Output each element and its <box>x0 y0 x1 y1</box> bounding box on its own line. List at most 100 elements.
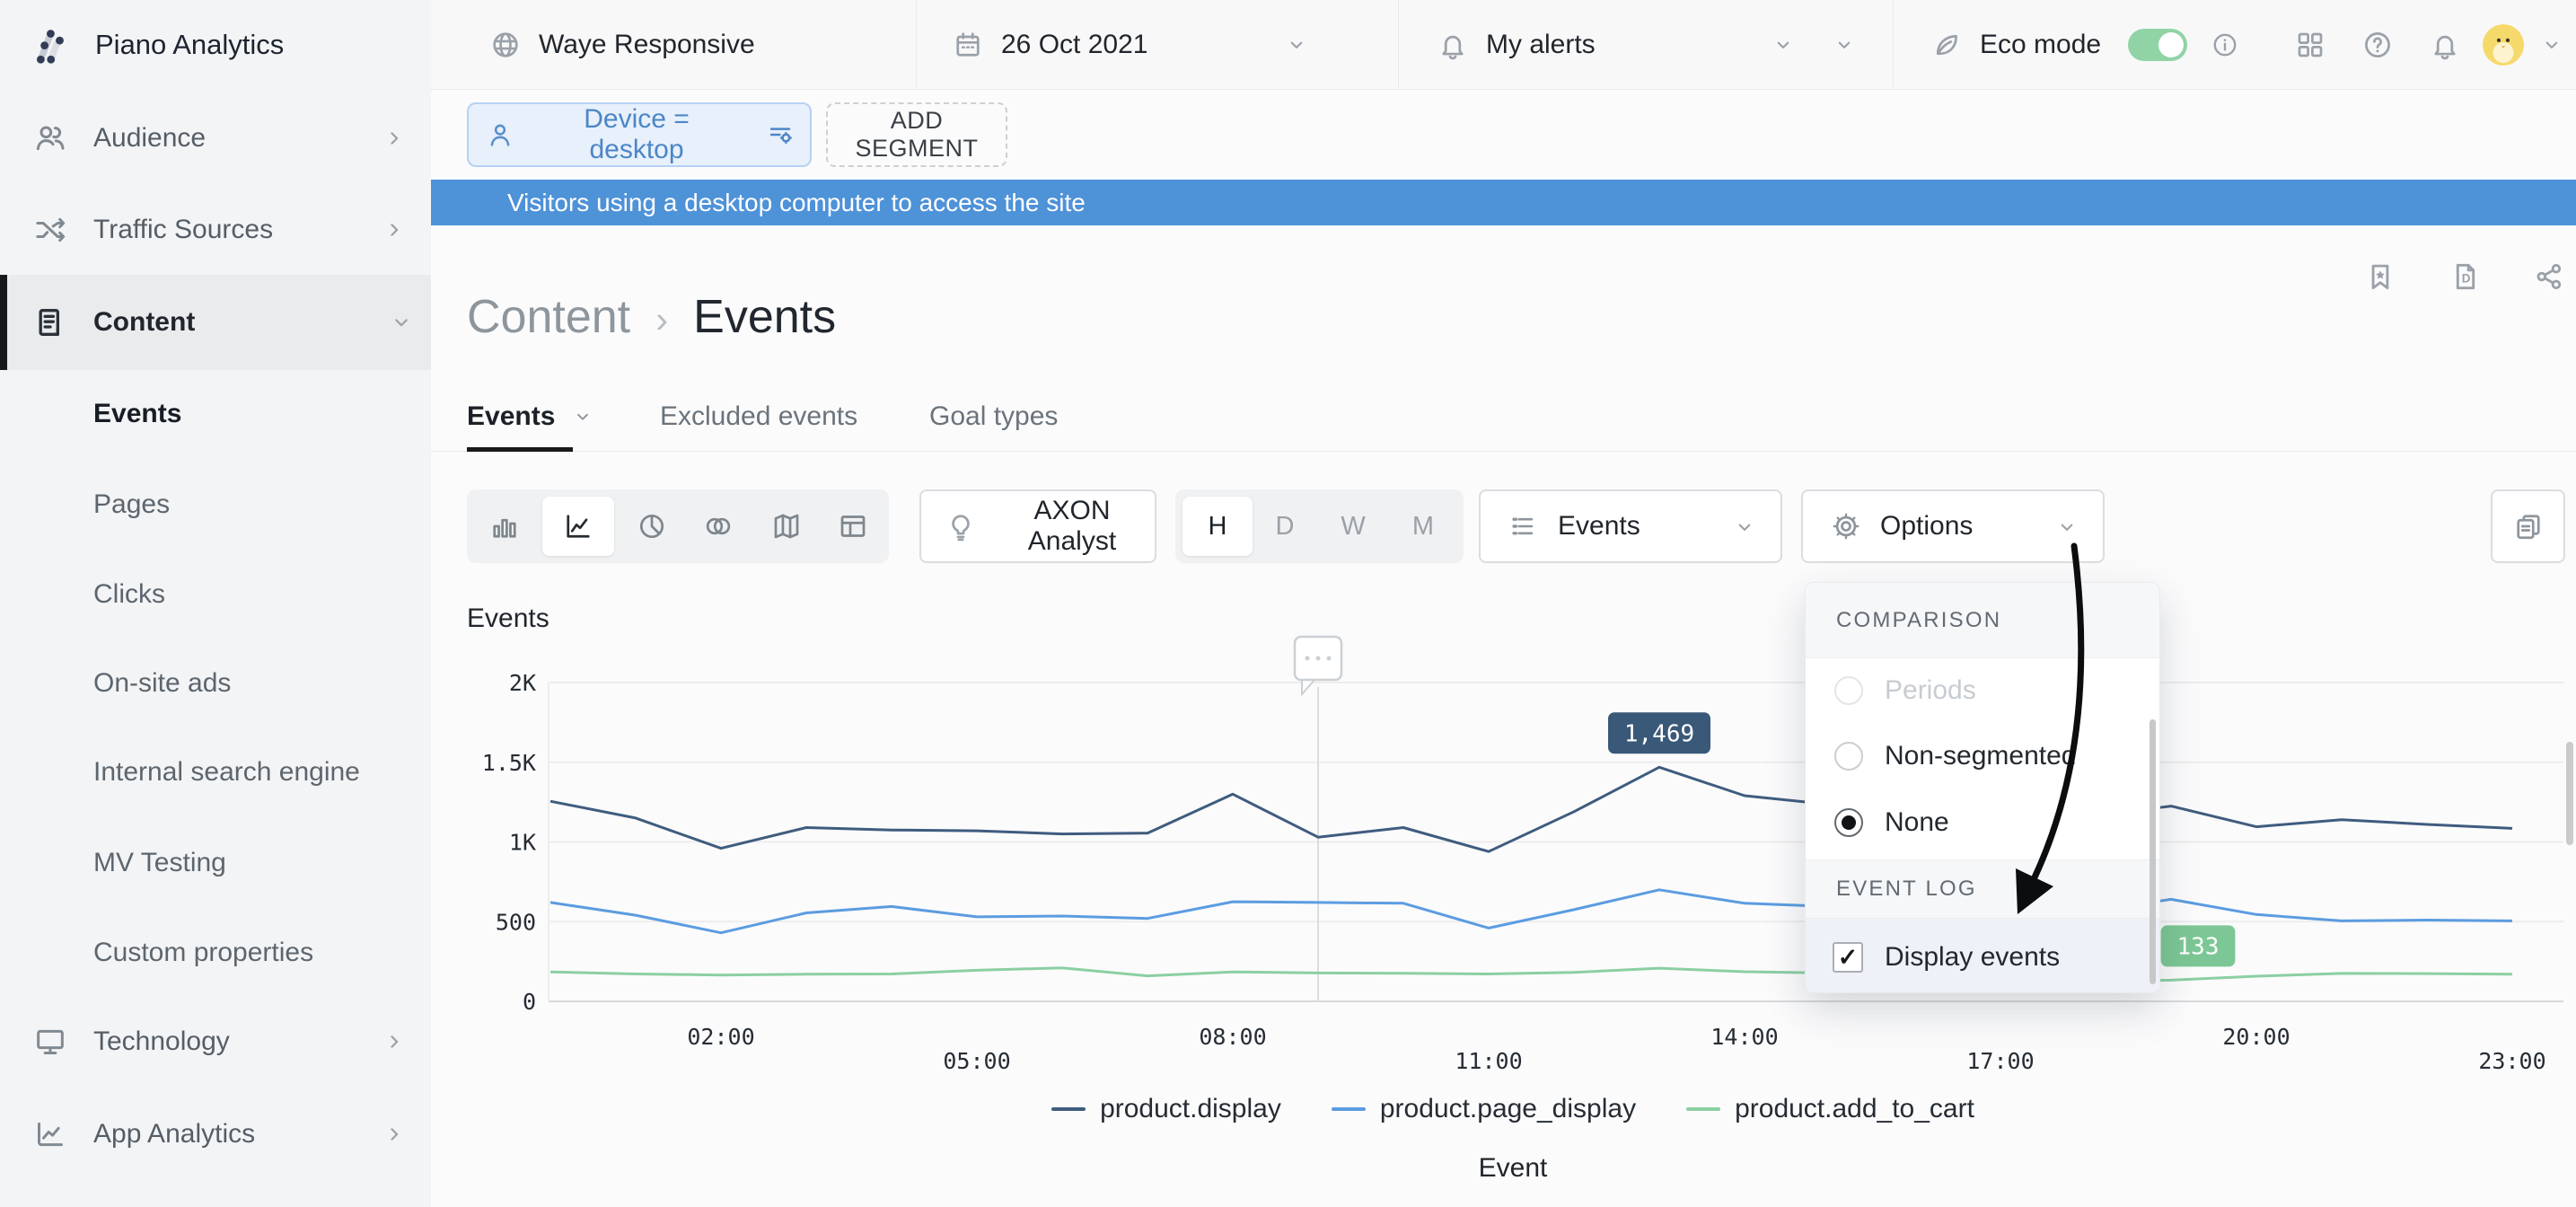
dropdown-scrollbar[interactable] <box>2150 719 2156 984</box>
options-section-event-log: EVENT LOG <box>1806 859 2160 919</box>
option-non-segmented[interactable]: Non-segmented <box>1806 724 2160 789</box>
axon-analyst-button[interactable]: AXON Analyst <box>919 489 1156 563</box>
svg-text:1,469: 1,469 <box>1624 720 1694 747</box>
chart-type-switcher <box>467 489 889 563</box>
chevron-down-icon <box>1732 515 1757 540</box>
active-tab-underline <box>467 447 573 452</box>
granularity-month[interactable]: M <box>1396 489 1450 563</box>
option-label: Non-segmented <box>1885 741 2076 771</box>
svg-text:11:00: 11:00 <box>1455 1048 1522 1074</box>
tab-excluded-events[interactable]: Excluded events <box>660 382 857 451</box>
line-chart-icon[interactable] <box>562 510 594 542</box>
granularity-day[interactable]: D <box>1258 489 1312 563</box>
sidebar-item-label: Traffic Sources <box>93 215 273 245</box>
notifications-bell-icon[interactable] <box>2429 29 2461 61</box>
granularity-week[interactable]: W <box>1326 489 1380 563</box>
tab-goal-types[interactable]: Goal types <box>929 382 1058 451</box>
chevron-down-icon[interactable] <box>2539 32 2564 57</box>
copy-report-button[interactable] <box>2491 489 2565 563</box>
radio-selected-icon <box>1834 808 1863 837</box>
apps-grid-icon[interactable] <box>2294 29 2326 61</box>
avatar-image <box>2483 24 2524 66</box>
tab-bar: Events Excluded events Goal types <box>431 382 2576 452</box>
svg-text:05:00: 05:00 <box>943 1048 1010 1074</box>
options-dropdown-button[interactable]: Options <box>1801 489 2105 563</box>
bar-chart-icon[interactable] <box>488 510 521 542</box>
topbar: Waye Responsive 26 Oct 2021 My alerts Ec… <box>431 0 2576 90</box>
legend-swatch <box>1332 1107 1366 1111</box>
legend-swatch <box>1051 1107 1086 1111</box>
add-segment-button[interactable]: ADD SEGMENT <box>826 102 1007 167</box>
alerts-label: My alerts <box>1486 0 1596 90</box>
app-logo[interactable]: Piano Analytics <box>0 0 431 90</box>
svg-text:133: 133 <box>2177 933 2220 960</box>
sidebar-item-label: Technology <box>93 1026 230 1057</box>
sidebar-subitem-clicks[interactable]: Clicks <box>0 550 431 639</box>
filter-settings-icon[interactable] <box>765 119 796 150</box>
svg-text:08:00: 08:00 <box>1199 1024 1266 1050</box>
map-icon[interactable] <box>770 510 803 542</box>
info-icon[interactable] <box>2211 31 2239 59</box>
legend-item-product-add-to-cart[interactable]: product.add_to_cart <box>1686 1094 1974 1124</box>
chart-x-axis-title: Event <box>453 1153 2572 1184</box>
venn-diagram-icon[interactable] <box>702 510 734 542</box>
sidebar-item-app-analytics[interactable]: App Analytics <box>0 1089 431 1179</box>
share-icon[interactable] <box>2532 260 2566 294</box>
sidebar-subitem-mv-testing[interactable]: MV Testing <box>0 818 431 908</box>
main-content: D Content › Events Events Excluded event… <box>431 225 2576 1207</box>
svg-text:14:00: 14:00 <box>1710 1024 1778 1050</box>
sidebar: Piano Analytics Audience Traffic Sources… <box>0 0 432 1207</box>
sidebar-item-technology[interactable]: Technology <box>0 997 431 1087</box>
breadcrumb-section[interactable]: Content <box>467 290 630 344</box>
document-icon <box>32 304 68 340</box>
svg-text:1K: 1K <box>509 830 536 856</box>
svg-text:D: D <box>2462 272 2471 286</box>
segment-description-text: Visitors using a desktop computer to acc… <box>507 189 1086 217</box>
option-label: Display events <box>1885 942 2060 973</box>
calendar-icon <box>952 29 984 61</box>
events-chart[interactable]: 05001K1.5K2K02:0005:0008:0011:0014:0017:… <box>453 624 2572 1087</box>
user-avatar[interactable] <box>2483 24 2524 66</box>
chevron-right-icon <box>381 1028 408 1055</box>
piano-analytics-logo-icon <box>31 22 77 68</box>
page-scrollbar[interactable] <box>2566 742 2573 845</box>
site-name: Waye Responsive <box>539 0 755 90</box>
sidebar-item-content[interactable]: Content <box>0 275 438 370</box>
chevron-right-icon <box>381 216 408 243</box>
sidebar-subitem-events[interactable]: Events <box>0 369 431 459</box>
sidebar-subitem-pages[interactable]: Pages <box>0 460 431 550</box>
granularity-hour[interactable]: H <box>1191 489 1244 563</box>
chevron-down-icon <box>1284 32 1309 57</box>
option-display-events[interactable]: ✓ Display events <box>1806 919 2160 993</box>
svg-text:500: 500 <box>496 909 536 935</box>
users-icon <box>32 120 68 156</box>
svg-text:17:00: 17:00 <box>1966 1048 2034 1074</box>
metric-dropdown[interactable]: Events <box>1479 489 1782 563</box>
breadcrumb-separator: › <box>655 298 668 341</box>
sidebar-subitem-custom-properties[interactable]: Custom properties <box>0 908 431 998</box>
gear-icon <box>1830 510 1862 542</box>
segment-description-banner: Visitors using a desktop computer to acc… <box>431 180 2576 225</box>
sidebar-subitem-onsite-ads[interactable]: On-site ads <box>0 639 431 728</box>
page-title: Events <box>693 290 836 344</box>
option-label: Periods <box>1885 675 1976 706</box>
help-icon[interactable] <box>2361 29 2394 61</box>
sidebar-item-traffic-sources[interactable]: Traffic Sources <box>0 185 431 275</box>
eco-mode-toggle[interactable] <box>2128 29 2187 61</box>
sidebar-subitem-internal-search[interactable]: Internal search engine <box>0 727 431 817</box>
options-dropdown-menu: COMPARISON Periods Non-segmented None EV… <box>1805 582 2160 993</box>
breadcrumb: Content › Events <box>467 290 836 344</box>
option-none[interactable]: None <box>1806 790 2160 855</box>
chevron-down-icon <box>2054 515 2079 540</box>
tab-events[interactable]: Events <box>467 382 594 451</box>
sidebar-item-audience[interactable]: Audience <box>0 93 431 183</box>
pie-chart-icon[interactable] <box>636 510 668 542</box>
svg-text:1.5K: 1.5K <box>482 750 536 776</box>
report-doc-icon[interactable]: D <box>2449 260 2483 294</box>
legend-item-product-page-display[interactable]: product.page_display <box>1332 1094 1636 1124</box>
list-icon <box>1508 511 1538 542</box>
bookmark-star-icon[interactable] <box>2363 260 2397 294</box>
table-icon[interactable] <box>837 510 869 542</box>
legend-item-product-display[interactable]: product.display <box>1051 1094 1281 1124</box>
segment-chip-device-desktop[interactable]: Device = desktop <box>467 102 812 167</box>
